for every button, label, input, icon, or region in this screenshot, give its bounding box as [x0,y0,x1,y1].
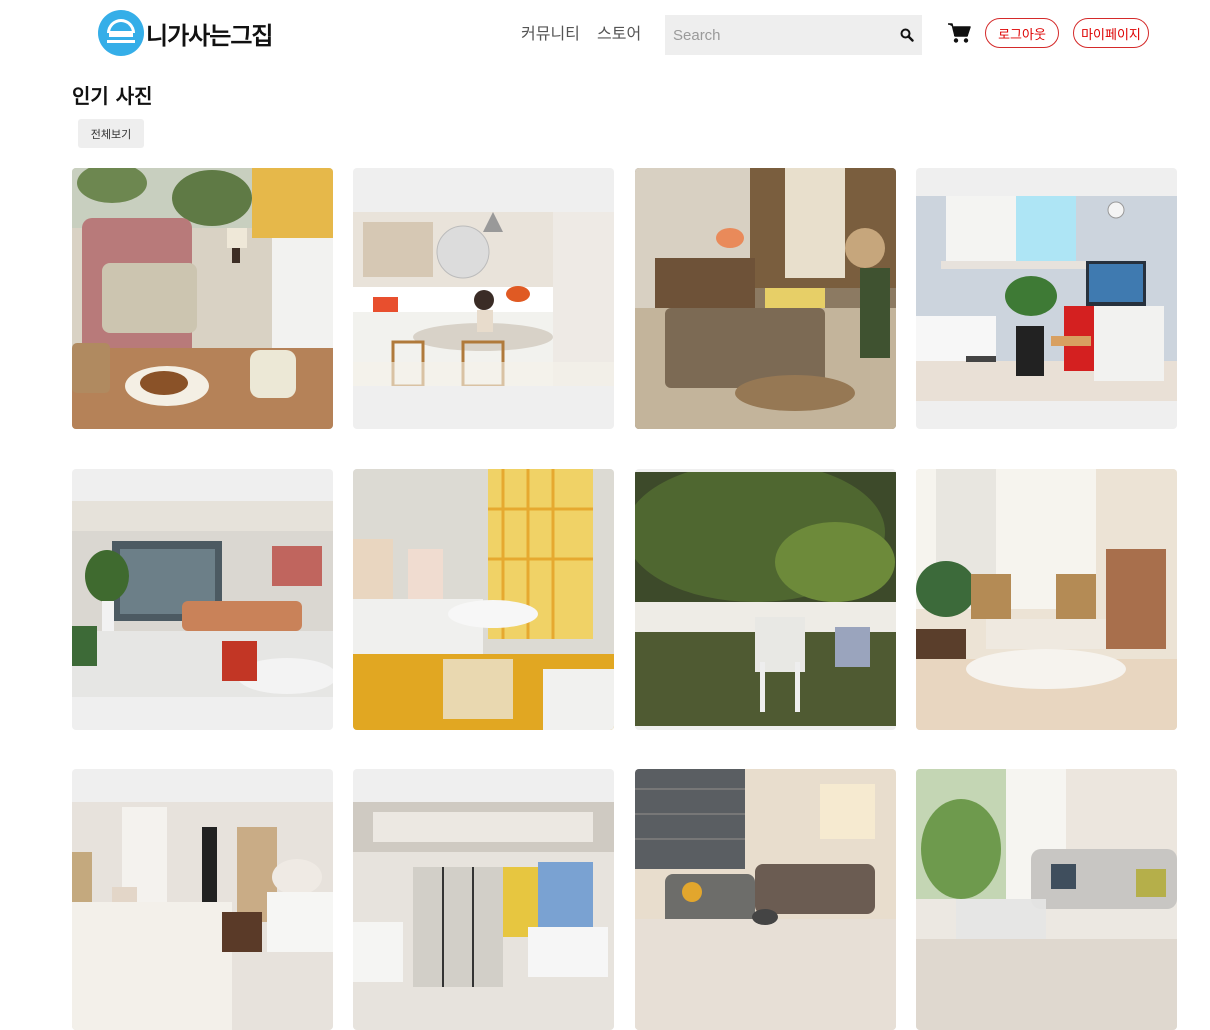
site-logo[interactable]: 니가사는그집 [98,9,273,57]
photo-image [72,501,333,697]
photo-card[interactable] [916,168,1177,429]
logo-text: 니가사는그집 [146,21,273,50]
cart-icon[interactable] [947,22,971,44]
photo-card[interactable] [72,469,333,730]
photo-image [916,769,1177,1030]
photo-image [635,168,896,429]
photo-image [916,196,1177,401]
photo-card[interactable] [353,168,614,429]
photo-card[interactable] [635,469,896,730]
photo-image [353,212,614,386]
nav-community[interactable]: 커뮤니티 [521,20,580,44]
photo-card[interactable] [72,769,333,1030]
mypage-button[interactable]: 마이페이지 [1073,18,1149,48]
photo-image [353,802,614,1030]
photo-card[interactable] [353,469,614,730]
nav-store[interactable]: 스토어 [597,20,641,44]
photo-image [72,802,333,1030]
search-input[interactable] [665,15,883,55]
photo-image [72,168,333,429]
view-all-chip[interactable]: 전체보기 [78,119,144,148]
photo-card[interactable] [635,168,896,429]
photo-image [635,472,896,726]
photo-card[interactable] [635,769,896,1030]
photo-image [353,469,614,730]
photo-card[interactable] [916,469,1177,730]
photo-card[interactable] [916,769,1177,1030]
photo-card[interactable] [72,168,333,429]
photo-image [635,769,896,1030]
house-logo-icon [98,10,144,56]
search-icon[interactable] [900,28,914,42]
photo-card[interactable] [353,769,614,1030]
logout-button[interactable]: 로그아웃 [985,18,1059,48]
section-title: 인기 사진 [72,84,153,108]
search-box [665,15,922,55]
photo-image [916,469,1177,730]
